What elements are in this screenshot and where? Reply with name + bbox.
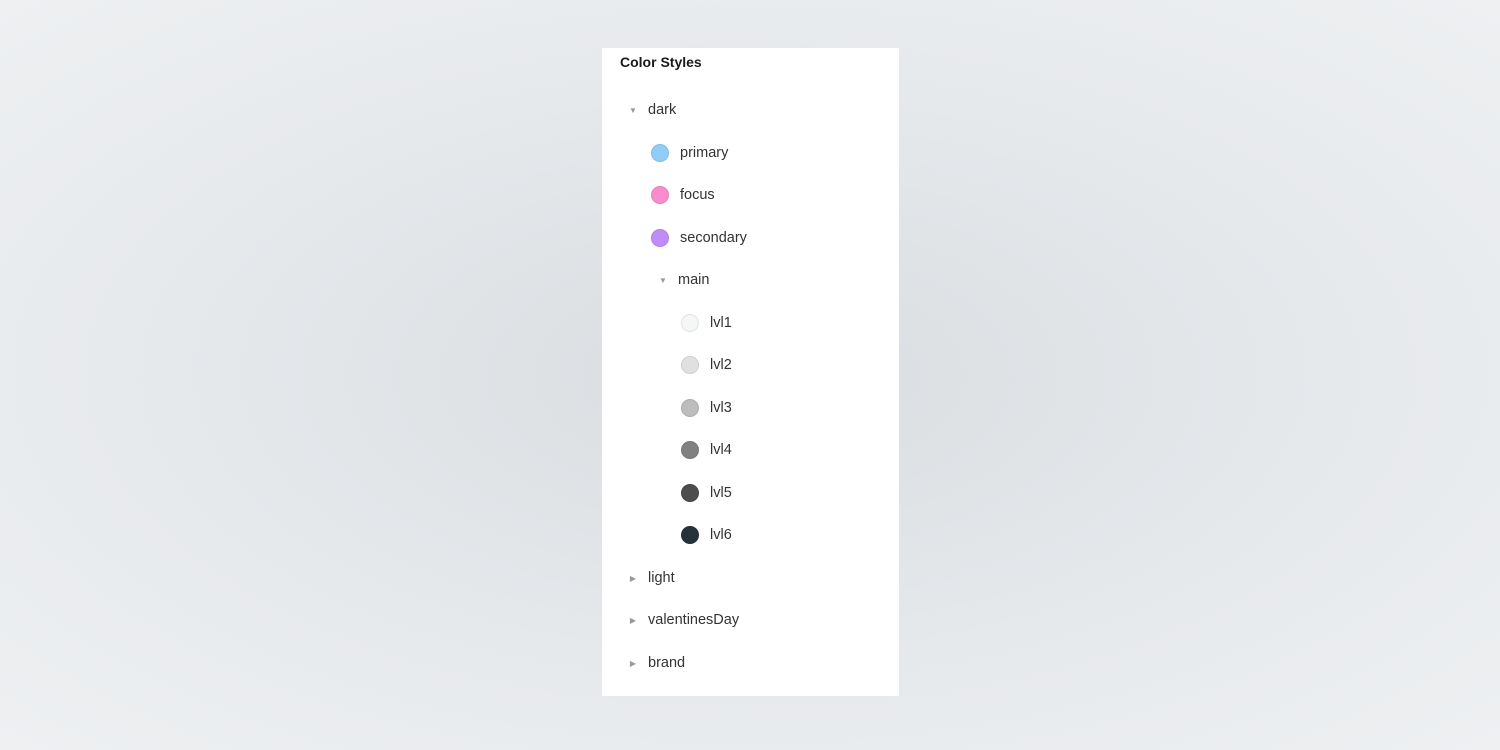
style-label: lvl1 bbox=[710, 315, 732, 331]
group-dark[interactable]: ▼ dark bbox=[628, 98, 676, 122]
group-label: valentinesDay bbox=[648, 612, 740, 628]
style-label: lvl6 bbox=[710, 527, 732, 543]
style-item-lvl1[interactable]: lvl1 bbox=[681, 311, 732, 335]
color-swatch bbox=[681, 399, 699, 417]
caret-down-icon: ▼ bbox=[659, 275, 667, 285]
caret-right-icon: ▶ bbox=[629, 573, 637, 583]
group-brand[interactable]: ▶ brand bbox=[628, 651, 685, 675]
color-swatch bbox=[681, 356, 699, 374]
style-label: lvl5 bbox=[710, 485, 732, 501]
color-swatch bbox=[681, 484, 699, 502]
caret-down-icon: ▼ bbox=[629, 105, 637, 115]
color-swatch bbox=[681, 526, 699, 544]
style-item-secondary[interactable]: secondary bbox=[651, 226, 747, 250]
style-item-lvl2[interactable]: lvl2 bbox=[681, 353, 732, 377]
style-item-lvl6[interactable]: lvl6 bbox=[681, 523, 732, 547]
color-swatch bbox=[681, 441, 699, 459]
style-item-focus[interactable]: focus bbox=[651, 183, 715, 207]
style-label: lvl2 bbox=[710, 357, 732, 373]
color-styles-panel: Color Styles ▼ dark primary focus second… bbox=[602, 48, 899, 696]
caret-right-icon: ▶ bbox=[629, 658, 637, 668]
group-label: dark bbox=[648, 102, 677, 118]
color-swatch bbox=[651, 186, 669, 204]
style-item-lvl5[interactable]: lvl5 bbox=[681, 481, 732, 505]
group-valentines-day[interactable]: ▶ valentinesDay bbox=[628, 608, 739, 632]
color-swatch bbox=[651, 144, 669, 162]
style-label: secondary bbox=[680, 230, 747, 246]
group-label: main bbox=[678, 272, 710, 288]
style-item-lvl4[interactable]: lvl4 bbox=[681, 438, 732, 462]
style-item-lvl3[interactable]: lvl3 bbox=[681, 396, 732, 420]
caret-right-icon: ▶ bbox=[629, 615, 637, 625]
group-label: light bbox=[648, 570, 675, 586]
group-main[interactable]: ▼ main bbox=[658, 268, 709, 292]
style-label: primary bbox=[680, 145, 729, 161]
style-label: focus bbox=[680, 187, 715, 203]
color-swatch bbox=[681, 314, 699, 332]
style-label: lvl3 bbox=[710, 400, 732, 416]
style-item-primary[interactable]: primary bbox=[651, 141, 728, 165]
group-light[interactable]: ▶ light bbox=[628, 566, 675, 590]
style-label: lvl4 bbox=[710, 442, 732, 458]
color-swatch bbox=[651, 229, 669, 247]
panel-title: Color Styles bbox=[620, 54, 702, 70]
group-label: brand bbox=[648, 655, 686, 671]
